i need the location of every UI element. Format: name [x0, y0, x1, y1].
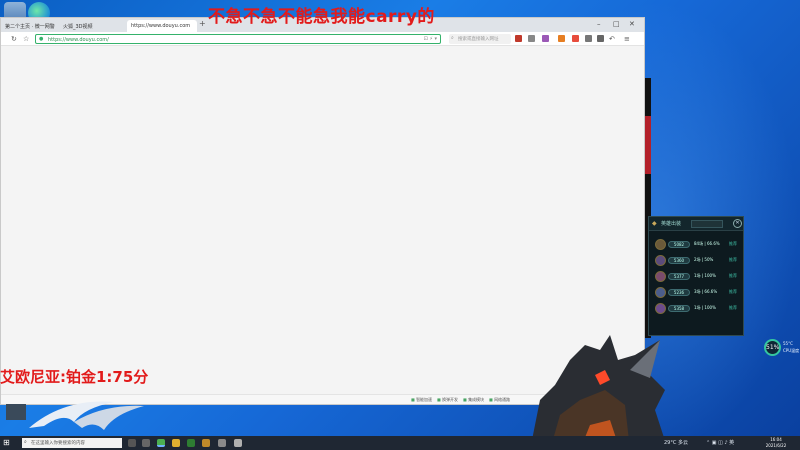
champion-avatar: [655, 287, 666, 298]
league-client-icon[interactable]: [202, 439, 210, 447]
weather-status[interactable]: 29°C 多云: [664, 439, 688, 446]
close-icon[interactable]: ✕: [733, 219, 742, 228]
champion-pill: 5358: [668, 305, 690, 312]
address-bar[interactable]: ● https://www.douyu.com/ ⊡ ⚡ ▾: [35, 34, 441, 44]
gem-icon: ◆: [652, 220, 657, 227]
tab-video[interactable]: 火狐_3D视频: [59, 20, 121, 32]
champion-avatar: [655, 255, 666, 266]
taskbar-search-input[interactable]: ⌕ 在这里输入你要搜索的内容: [22, 438, 122, 448]
extension-icon[interactable]: [528, 35, 535, 42]
champion-stat: 3场 | 66.6%: [694, 289, 718, 294]
clock-date: 2021/6/22: [765, 442, 787, 448]
recommend-link[interactable]: 推荐: [729, 289, 737, 295]
cpu-temp-label: CPU温度: [783, 348, 800, 353]
stream-banner-text: 不急不急不能急我能carry的: [208, 7, 435, 27]
system-clock[interactable]: 16:04 2021/6/22: [760, 437, 792, 448]
champion-pill: 5377: [668, 273, 690, 280]
menu-icon[interactable]: ≡: [624, 35, 630, 43]
tab-home[interactable]: 第二个主页 · 微一网警: [1, 20, 59, 32]
extension-icon[interactable]: [597, 35, 604, 42]
cpu-usage-gauge: 51%: [764, 339, 781, 356]
taskbar-app-icon[interactable]: [234, 439, 242, 447]
browser-taskbar-icon[interactable]: [157, 439, 165, 447]
recommend-link[interactable]: 推荐: [729, 273, 737, 279]
panel-title: 英雄出装: [661, 221, 682, 227]
champion-build-panel: ◆ 英雄出装 ✕ 5082 84场 | 66.6% 推荐 5360 2场 | 5…: [648, 216, 744, 336]
recommend-link[interactable]: 推荐: [729, 257, 737, 263]
champion-stat: 84场 | 66.6%: [694, 241, 720, 246]
address-tools-icon[interactable]: ⊡ ⚡ ▾: [424, 36, 437, 42]
champion-pill: 5236: [668, 289, 690, 296]
side-strip-accent: [645, 116, 651, 174]
status-item[interactable]: 换弹开发: [437, 397, 458, 403]
champion-pill: 5360: [668, 257, 690, 264]
champion-stat: 1场 | 100%: [694, 273, 716, 278]
taskbar-app-icon[interactable]: [218, 439, 226, 447]
taskbar-app-icon[interactable]: [142, 439, 150, 447]
cpu-monitor-widget[interactable]: 51% 55°C CPU温度: [764, 338, 800, 356]
champion-row[interactable]: 5360 2场 | 50% 推荐: [655, 255, 739, 267]
new-tab-icon[interactable]: +: [199, 19, 206, 28]
windows-start-icon[interactable]: ⊞: [3, 438, 10, 448]
status-item[interactable]: 集成模块: [463, 397, 484, 403]
tray-icons[interactable]: ⌃ ▣ ◫ ♪ 英: [706, 439, 734, 446]
undo-icon[interactable]: ↶: [609, 35, 615, 43]
champion-stat: 2场 | 50%: [694, 257, 714, 262]
extension-icon[interactable]: [585, 35, 592, 42]
close-window-icon[interactable]: ✕: [629, 20, 635, 28]
favorite-star-icon[interactable]: ☆: [23, 35, 29, 43]
browser-toolbar: ↻ ☆ ● https://www.douyu.com/ ⊡ ⚡ ▾ ⌕ 搜索或…: [1, 32, 644, 46]
task-view-icon[interactable]: [128, 439, 136, 447]
champion-row[interactable]: 5358 1场 | 100% 推荐: [655, 303, 739, 315]
champion-figure: [530, 335, 668, 450]
extension-icon[interactable]: [542, 35, 549, 42]
champion-avatar: [655, 303, 666, 314]
champion-stat: 1场 | 100%: [694, 305, 716, 310]
champion-avatar: [655, 271, 666, 282]
search-input[interactable]: ⌕ 搜索或直接输入网址: [449, 34, 511, 44]
taskbar-search-placeholder: 在这里输入你要搜索的内容: [31, 441, 85, 446]
search-placeholder: 搜索或直接输入网址: [458, 37, 499, 42]
address-url: https://www.douyu.com/: [48, 37, 109, 43]
champion-avatar: [655, 239, 666, 250]
minimize-icon[interactable]: –: [597, 20, 601, 28]
extension-icon[interactable]: [515, 35, 522, 42]
streamer-logo: [6, 401, 144, 430]
extension-icon[interactable]: [572, 35, 579, 42]
recommend-link[interactable]: 推荐: [729, 241, 737, 247]
status-item[interactable]: 网络通路: [489, 397, 510, 403]
rank-caption: 艾欧尼亚:铂金1:75分: [0, 368, 149, 386]
taskbar: ⊞ ⌕ 在这里输入你要搜索的内容 29°C 多云 ⌃ ▣ ◫ ♪ 英 16:04…: [0, 436, 800, 450]
champion-row[interactable]: 5377 1场 | 100% 推荐: [655, 271, 739, 283]
refresh-icon[interactable]: ↻: [11, 35, 17, 43]
search-icon: ⌕: [451, 35, 454, 41]
taskbar-app-icon[interactable]: [172, 439, 180, 447]
champion-row[interactable]: 5082 84场 | 66.6% 推荐: [655, 239, 739, 251]
panel-header: ◆ 英雄出装 ✕: [649, 217, 743, 231]
tab-douyu[interactable]: https://www.douyu.com: [127, 20, 197, 32]
search-icon: ⌕: [24, 439, 27, 445]
extension-icon[interactable]: [558, 35, 565, 42]
taskbar-app-icon[interactable]: [187, 439, 195, 447]
champion-pill: 5082: [668, 241, 690, 248]
maximize-icon[interactable]: □: [613, 20, 620, 28]
cpu-temp: 55°C: [783, 341, 793, 346]
lock-icon: ●: [39, 36, 44, 42]
status-item[interactable]: 智能加速: [411, 397, 432, 403]
champion-row[interactable]: 5236 3场 | 66.6% 推荐: [655, 287, 739, 299]
recommend-link[interactable]: 推荐: [729, 305, 737, 311]
panel-search-input[interactable]: [691, 220, 723, 228]
